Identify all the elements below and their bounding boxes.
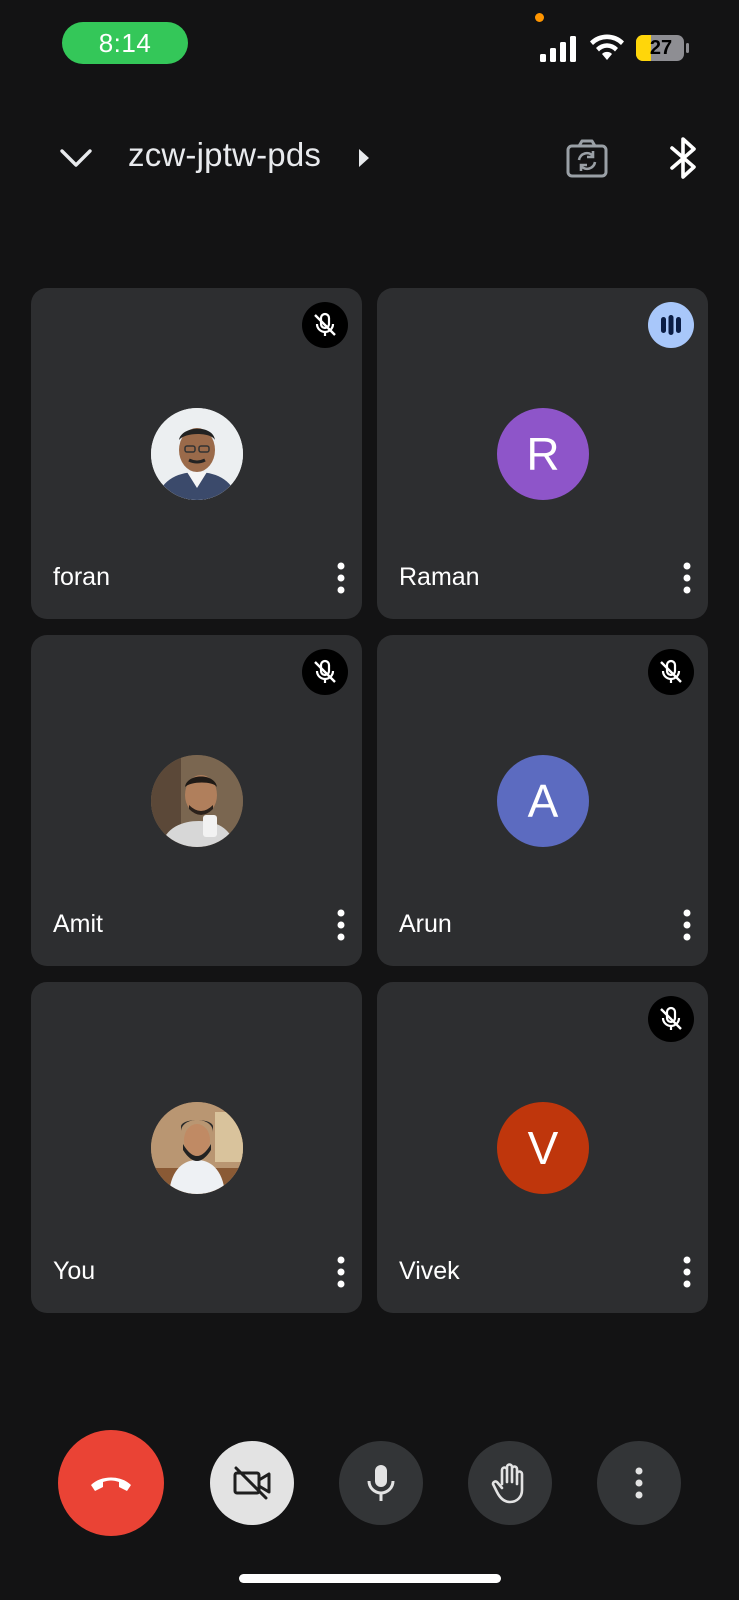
more-options-icon[interactable] — [680, 1254, 694, 1290]
end-call-icon — [91, 1477, 131, 1491]
more-options-icon[interactable] — [334, 1254, 348, 1290]
mic-off-icon — [314, 312, 336, 336]
collapse-chevron-icon[interactable] — [58, 140, 94, 176]
wifi-icon — [590, 34, 624, 60]
hand-icon — [491, 1463, 524, 1504]
more-options-button[interactable] — [597, 1441, 681, 1525]
participant-name: You — [53, 1257, 96, 1285]
mic-off-badge — [648, 649, 694, 695]
meeting-code[interactable]: zcw-jptw-pds — [128, 136, 321, 174]
privacy-indicator — [535, 13, 544, 22]
mic-off-badge — [648, 996, 694, 1042]
cellular-signal-icon — [540, 36, 576, 62]
home-indicator[interactable] — [239, 1574, 501, 1583]
raise-hand-button[interactable] — [468, 1441, 552, 1525]
more-options-icon[interactable] — [334, 907, 348, 943]
mic-off-icon — [660, 1006, 682, 1030]
end-call-button[interactable] — [58, 1430, 164, 1536]
more-vertical-icon — [635, 1467, 643, 1499]
participant-tile-foran[interactable]: foran — [31, 288, 362, 619]
participant-tile-raman[interactable]: R Raman — [377, 288, 708, 619]
caret-right-icon[interactable] — [356, 147, 372, 169]
mic-off-icon — [314, 659, 336, 683]
participant-name: Amit — [53, 910, 103, 938]
participant-photo — [151, 408, 243, 500]
participant-tile-vivek[interactable]: V Vivek — [377, 982, 708, 1313]
participant-initial-avatar: A — [497, 755, 589, 847]
more-options-icon[interactable] — [334, 560, 348, 596]
microphone-icon — [367, 1465, 395, 1501]
participant-tile-you[interactable]: You — [31, 982, 362, 1313]
participant-initial-avatar: R — [497, 408, 589, 500]
participant-photo — [151, 755, 243, 847]
mic-off-icon — [660, 659, 682, 683]
mic-off-badge — [302, 649, 348, 695]
participant-name: Vivek — [399, 1257, 460, 1285]
more-options-icon[interactable] — [680, 907, 694, 943]
participant-name: Arun — [399, 910, 452, 938]
more-options-icon[interactable] — [680, 560, 694, 596]
camera-off-icon — [233, 1466, 271, 1500]
participant-photo — [151, 1102, 243, 1194]
status-time: 8:14 — [62, 22, 188, 64]
mic-off-badge — [302, 302, 348, 348]
speaking-indicator — [648, 302, 694, 348]
participant-name: Raman — [399, 563, 480, 591]
bluetooth-icon[interactable] — [668, 135, 698, 181]
participant-initial-avatar: V — [497, 1102, 589, 1194]
microphone-button[interactable] — [339, 1441, 423, 1525]
camera-toggle-button[interactable] — [210, 1441, 294, 1525]
switch-camera-icon[interactable] — [566, 138, 608, 178]
battery-level: 27 — [649, 36, 673, 59]
participant-name: foran — [53, 563, 110, 591]
participant-tile-amit[interactable]: Amit — [31, 635, 362, 966]
participant-tile-arun[interactable]: A Arun — [377, 635, 708, 966]
audio-level-icon — [661, 315, 681, 335]
